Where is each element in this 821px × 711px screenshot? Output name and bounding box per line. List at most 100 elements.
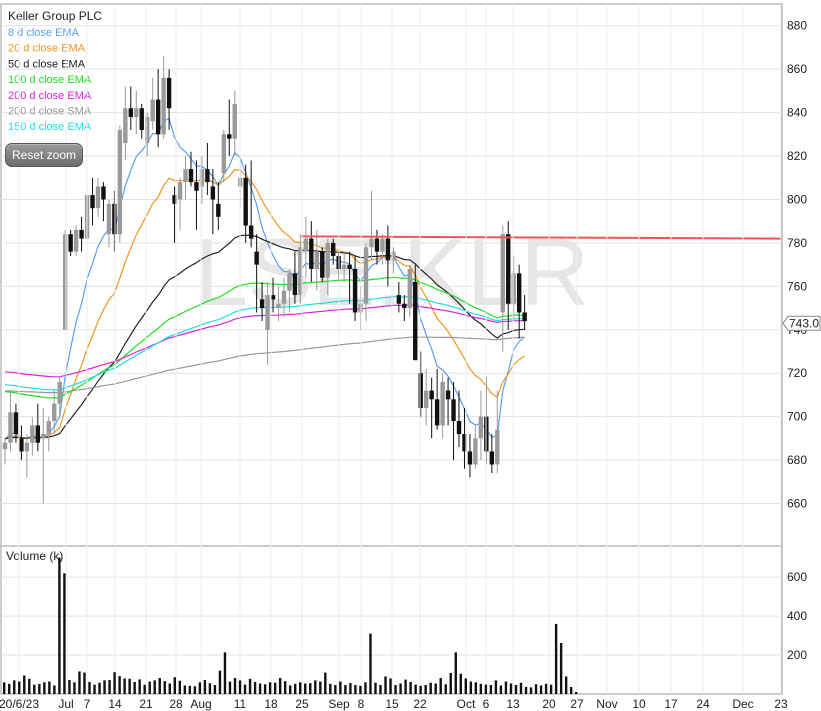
x-tick-label: 18 [264,697,278,711]
volume-bar [198,682,202,694]
volume-bar [268,682,272,694]
x-tick-label: 23 [774,697,788,711]
legend-entry: 150 d close EMA [8,121,92,133]
candle-body [292,273,298,296]
x-tick-label: 28 [169,697,183,711]
x-tick-label: 10 [632,697,646,711]
volume-bar [314,680,317,694]
reset-zoom-button[interactable]: Reset zoom [5,143,83,167]
volume-bar [424,685,427,694]
x-tick-label: 20 [542,697,556,711]
volume-bar [168,683,171,694]
x-tick-label: 14 [108,697,122,711]
price-y-axis: 660680700720740760780800820840860880 [787,19,807,511]
volume-bar [394,685,397,694]
candle-body [30,425,35,443]
volume-bar [294,683,297,694]
volume-bar [288,685,292,694]
candle-body [511,273,516,304]
candle-body [52,403,57,422]
volume-bar [173,677,176,694]
volume-bar [78,671,81,694]
volume-bar [108,679,111,694]
x-tick-label: 8 [358,697,365,711]
candle-body [41,434,46,439]
volume-bar [409,681,412,694]
volume-bar [113,672,116,694]
volume-bar [183,685,187,694]
volume-bar [103,680,106,694]
last-price-label: 743.0 [789,316,819,330]
candle-body [210,186,216,200]
x-tick-label: 15 [385,697,399,711]
candle-body [522,312,527,322]
price-tick-label: 660 [787,497,807,511]
candle-body [128,108,134,117]
volume-bar [143,684,146,694]
candle-body [79,229,84,239]
volume-bar [509,683,513,694]
candle-body [467,451,473,465]
volume-bar [469,681,473,694]
last-price-marker: 743.0 [782,315,821,331]
price-tick-label: 760 [787,279,807,293]
candle-body [221,134,226,174]
candle-body [369,238,374,248]
candle-body [8,412,13,443]
volume-bar [133,681,136,694]
candle-body [385,238,391,261]
candle-body [155,99,161,135]
volume-bar [158,678,161,694]
volume-bar [474,682,478,694]
candle-body [276,303,281,309]
candle-body [440,381,445,426]
volume-bar [193,686,197,694]
candle-body [363,247,369,304]
volume-bar [514,685,518,694]
candle-body [150,99,155,122]
candle-body [478,416,484,439]
volume-bar [404,679,407,694]
candle-body [73,229,79,252]
candle-body [194,182,199,191]
candle-body [429,390,434,400]
volume-bar [253,681,257,694]
x-tick-label: 13 [506,697,520,711]
volume-bar [309,683,312,694]
volume-bar [263,684,267,694]
candle-body [489,451,495,465]
chart-title: Keller Group PLC [8,9,102,23]
volume-bar [389,678,392,694]
x-tick-label: Jul [58,697,73,711]
candle-body [24,442,30,452]
volume-bar [444,684,447,694]
candle-body [303,238,309,252]
candle-body [177,182,183,200]
x-tick-label: 27 [570,697,584,711]
volume-bar [223,652,227,694]
volume-bar [544,683,548,694]
candle-body [451,399,456,422]
x-tick-label: 11 [234,697,247,711]
volume-bar [499,685,503,694]
candle-body [265,295,270,330]
volume-bar [479,683,483,694]
volume-bar [504,681,508,694]
volume-bar [58,557,61,694]
candle-body [13,412,19,435]
volume-bar [23,675,26,694]
candle-body [101,186,106,200]
legend-entry: 100 d close EMA [8,74,92,86]
candle-body [434,399,440,426]
price-tick-label: 680 [787,453,807,467]
volume-bar [464,678,467,694]
volume-bar [494,680,498,694]
volume-bar [399,683,402,694]
candle-body [166,77,172,109]
candle-body [90,195,95,209]
volume-bar [359,685,362,694]
candle-body [134,108,139,117]
volume-bar [3,682,6,694]
volume-bar [93,684,96,694]
volume-bar [33,684,36,694]
